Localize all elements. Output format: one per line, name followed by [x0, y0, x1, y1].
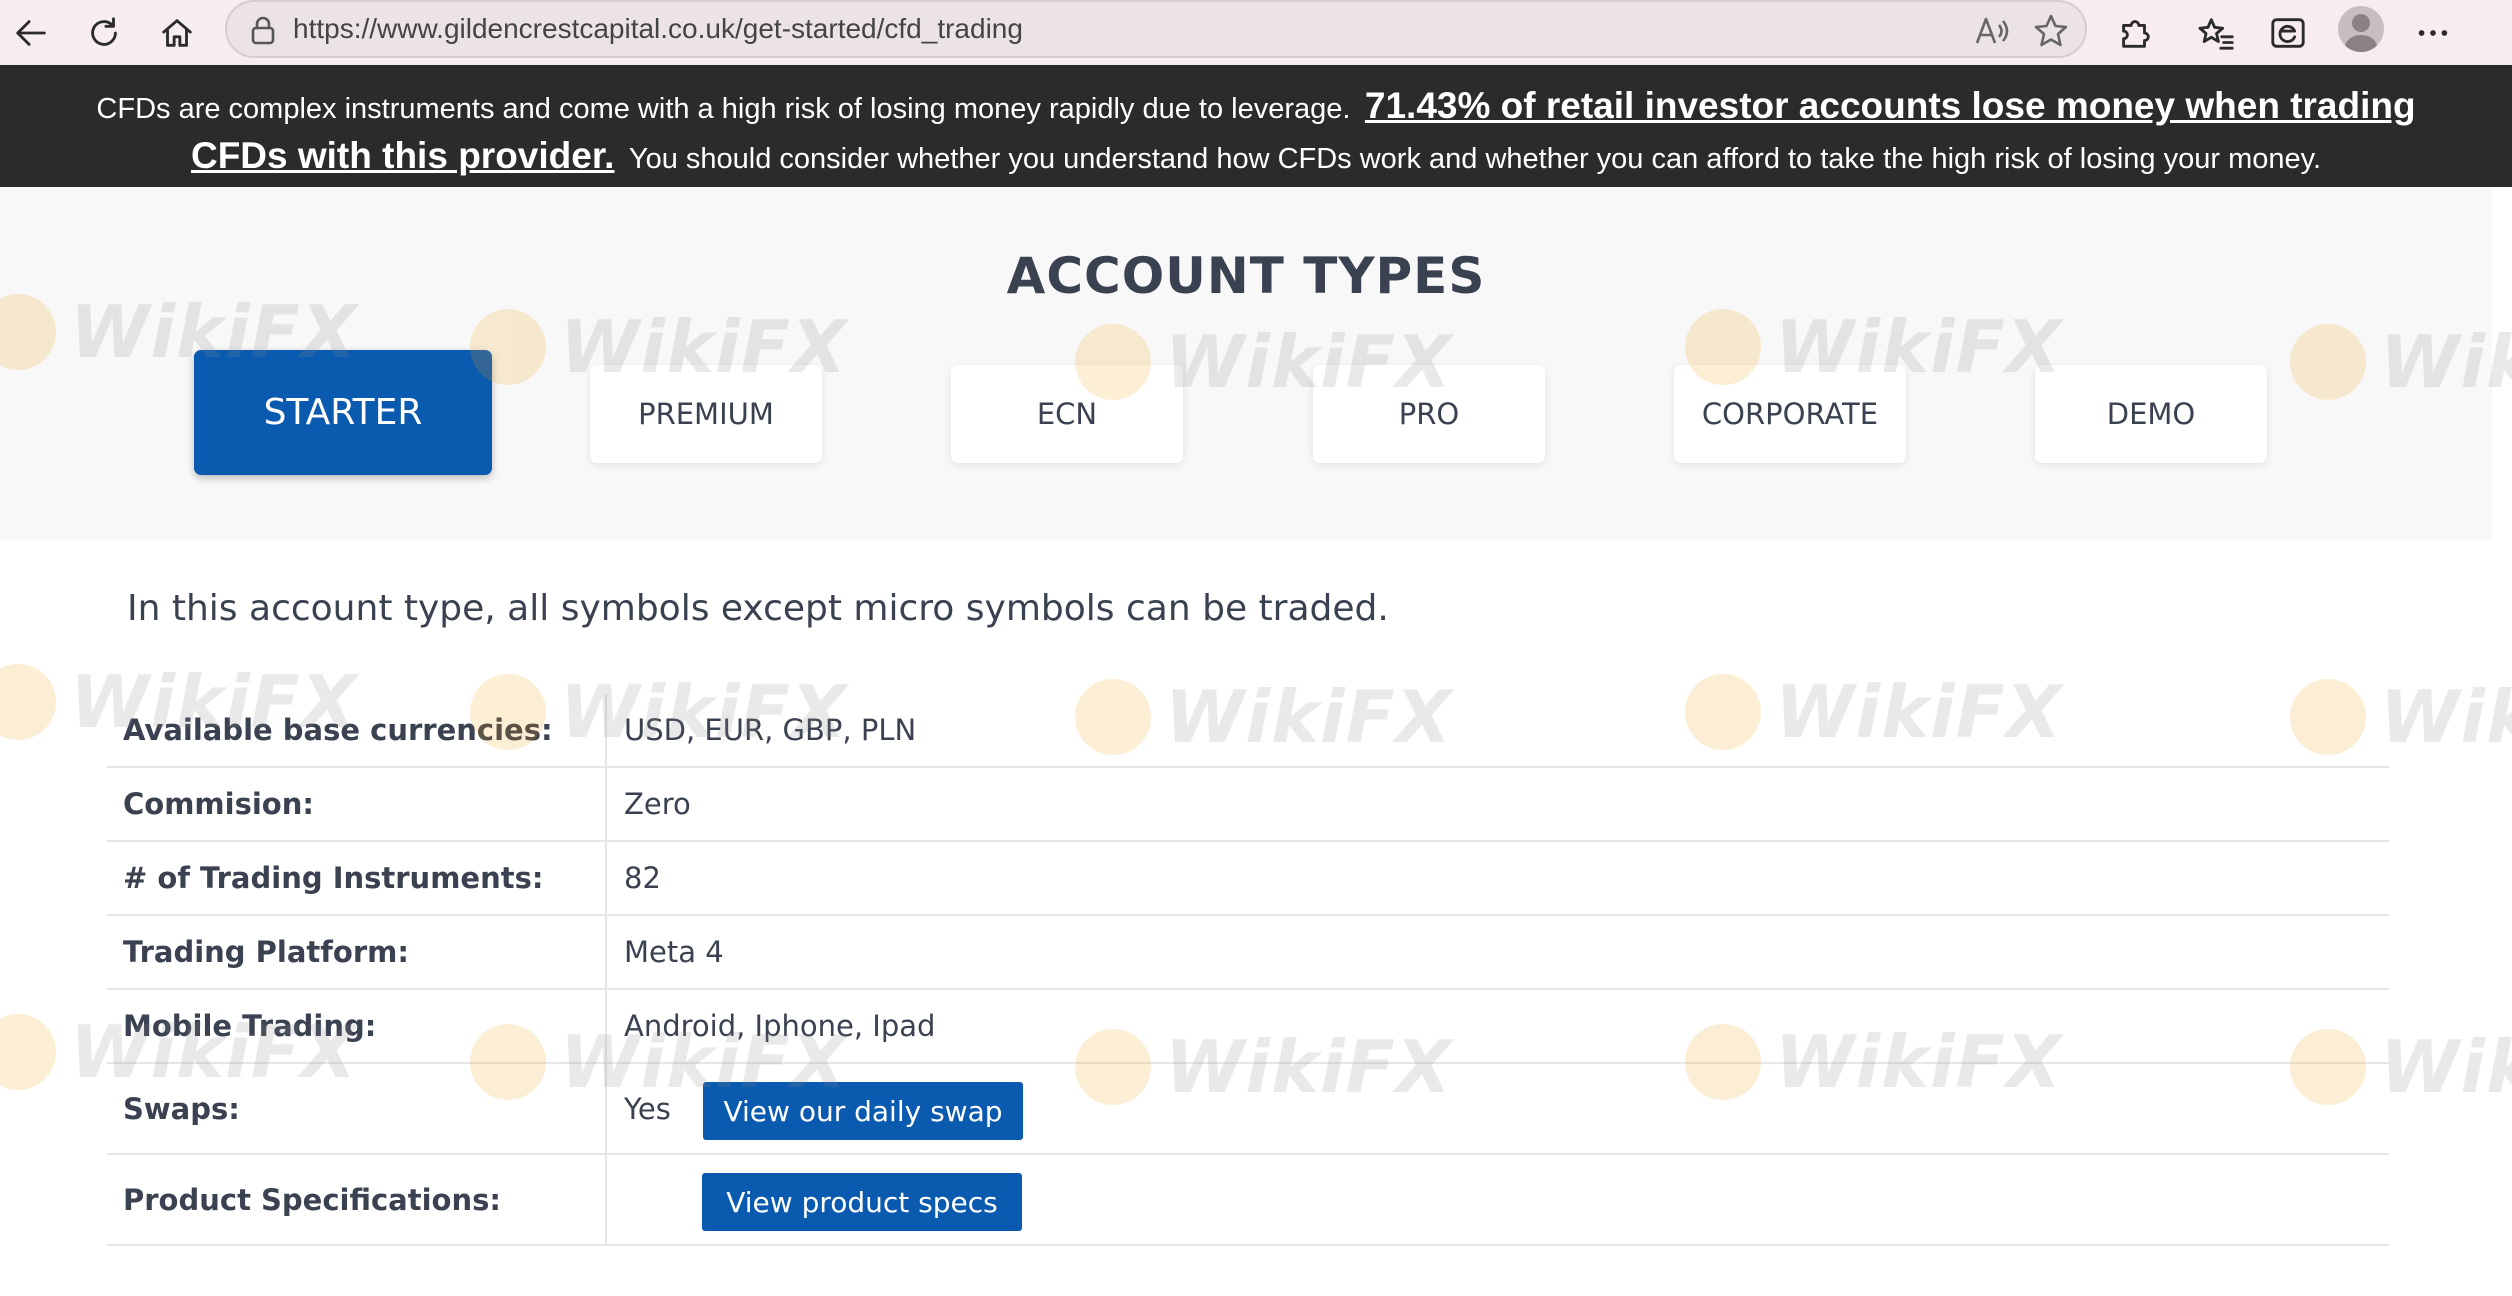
table-row: Available base currencies: USD, EUR, GBP…: [107, 694, 2389, 768]
favorites-button[interactable]: [2190, 6, 2244, 60]
tab-starter[interactable]: STARTER: [194, 350, 492, 475]
row-label: Product Specifications:: [123, 1182, 501, 1217]
tab-premium[interactable]: PREMIUM: [590, 365, 822, 463]
read-aloud-icon[interactable]: [1971, 11, 2011, 51]
ie-mode-button[interactable]: [2261, 6, 2315, 60]
account-spec-table: Available base currencies: USD, EUR, GBP…: [107, 694, 2389, 1246]
favorites-list-icon: [2198, 18, 2234, 50]
home-button[interactable]: [150, 6, 204, 60]
arrow-left-icon: [16, 20, 46, 46]
tab-demo[interactable]: DEMO: [2035, 365, 2267, 463]
row-value: Android, Iphone, Ipad: [624, 1009, 936, 1043]
page-title: ACCOUNT TYPES: [1006, 247, 1486, 305]
column-divider: [605, 990, 607, 1062]
row-label: Mobile Trading:: [123, 1009, 377, 1043]
row-value: Yes: [624, 1091, 671, 1126]
profile-avatar[interactable]: [2338, 6, 2384, 52]
wikifx-logo-icon: [0, 664, 56, 740]
address-url[interactable]: https://www.gildencrestcapital.co.uk/get…: [293, 13, 1023, 45]
refresh-button[interactable]: [77, 6, 131, 60]
table-row: Swaps: Yes View our daily swap: [107, 1064, 2389, 1155]
favorite-star-icon[interactable]: [2031, 11, 2071, 51]
address-bar[interactable]: https://www.gildencrestcapital.co.uk/get…: [225, 0, 2087, 58]
daily-swap-button[interactable]: View our daily swap: [703, 1082, 1023, 1140]
table-row: Product Specifications: View product spe…: [107, 1155, 2389, 1246]
row-label: Available base currencies:: [123, 713, 553, 747]
more-menu-button[interactable]: [2406, 6, 2460, 60]
lock-icon: [245, 13, 281, 49]
row-value: 82: [624, 861, 661, 895]
column-divider: [605, 916, 607, 988]
column-divider: [605, 842, 607, 914]
refresh-icon: [91, 17, 117, 46]
back-button[interactable]: [4, 6, 58, 60]
table-row: # of Trading Instruments: 82: [107, 842, 2389, 916]
tab-ecn[interactable]: ECN: [951, 365, 1183, 463]
wikifx-logo-icon: [0, 1014, 56, 1090]
row-label: Commision:: [123, 787, 314, 821]
more-dots-icon: [2418, 30, 2448, 36]
column-divider: [605, 768, 607, 840]
tab-pro[interactable]: PRO: [1313, 365, 1545, 463]
account-types-section: ACCOUNT TYPES STARTER PREMIUM ECN PRO CO…: [0, 187, 2492, 540]
tab-corporate[interactable]: CORPORATE: [1674, 365, 1906, 463]
column-divider: [605, 694, 607, 766]
row-label: Swaps:: [123, 1091, 240, 1126]
column-divider: [605, 1064, 607, 1153]
browser-toolbar: https://www.gildencrestcapital.co.uk/get…: [0, 0, 2512, 65]
row-label: Trading Platform:: [123, 935, 409, 969]
extensions-button[interactable]: [2108, 6, 2162, 60]
table-row: Commision: Zero: [107, 768, 2389, 842]
column-divider: [605, 1155, 607, 1244]
puzzle-icon: [2122, 20, 2150, 48]
risk-warning-advice: You should consider whether you understa…: [628, 143, 2322, 175]
ie-mode-icon: [2271, 18, 2305, 48]
product-specs-button[interactable]: View product specs: [702, 1173, 1022, 1231]
table-row: Trading Platform: Meta 4: [107, 916, 2389, 990]
risk-warning-text: CFDs are complex instruments and come wi…: [96, 93, 1351, 125]
account-description: In this account type, all symbols except…: [127, 588, 1389, 629]
row-value: Zero: [624, 787, 691, 821]
home-icon: [162, 19, 192, 47]
row-value: USD, EUR, GBP, PLN: [624, 713, 917, 747]
risk-warning-banner: CFDs are complex instruments and come wi…: [0, 65, 2512, 187]
row-label: # of Trading Instruments:: [123, 861, 544, 895]
table-row: Mobile Trading: Android, Iphone, Ipad: [107, 990, 2389, 1064]
row-value: Meta 4: [624, 935, 724, 969]
